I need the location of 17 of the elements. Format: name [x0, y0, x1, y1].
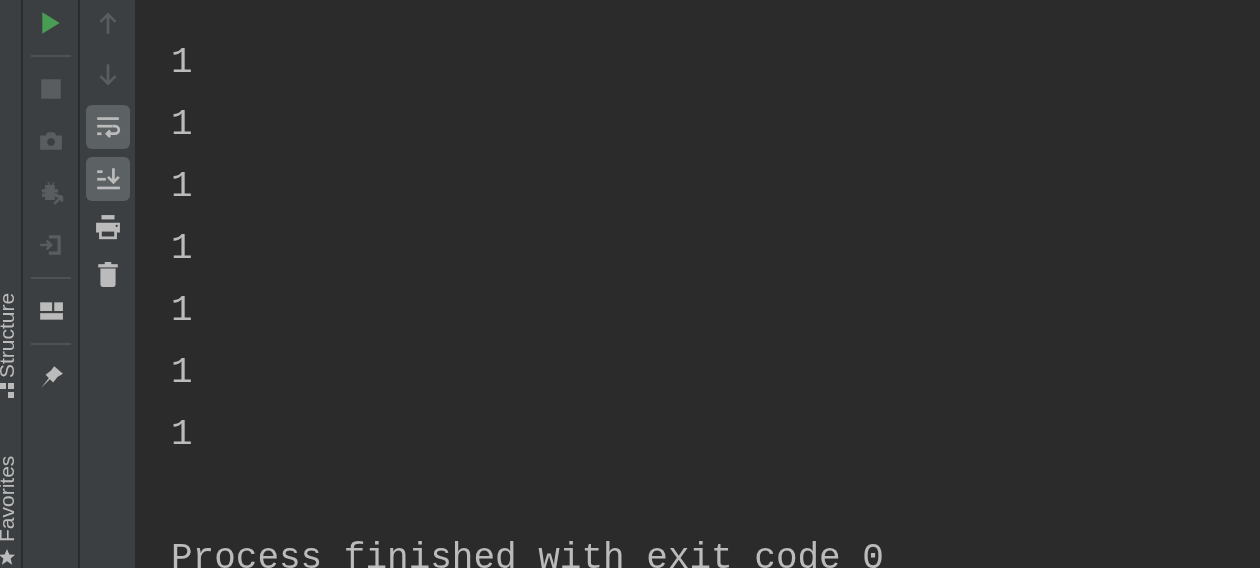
- printer-icon: [94, 214, 121, 240]
- scroll-to-end-icon: [94, 166, 121, 192]
- structure-icon: [0, 383, 14, 399]
- console-output-line: 1: [171, 165, 194, 209]
- scroll-to-end-button[interactable]: [85, 157, 130, 201]
- star-icon: [0, 548, 16, 566]
- console-output-line: 1: [171, 103, 194, 147]
- console-output-line: 1: [171, 413, 194, 457]
- console-output-line: 1: [171, 41, 194, 85]
- console-output-line: 1: [171, 227, 194, 271]
- soft-wrap-button[interactable]: [85, 105, 130, 149]
- console-output-line: 1: [171, 289, 194, 333]
- sign-in-icon: [37, 232, 64, 258]
- side-tab[interactable]: Structure: [0, 292, 17, 398]
- soft-wrap-icon: [94, 114, 121, 140]
- exit-message: Process finished with exit code 0: [171, 537, 885, 568]
- console-output-line: 1: [171, 351, 194, 395]
